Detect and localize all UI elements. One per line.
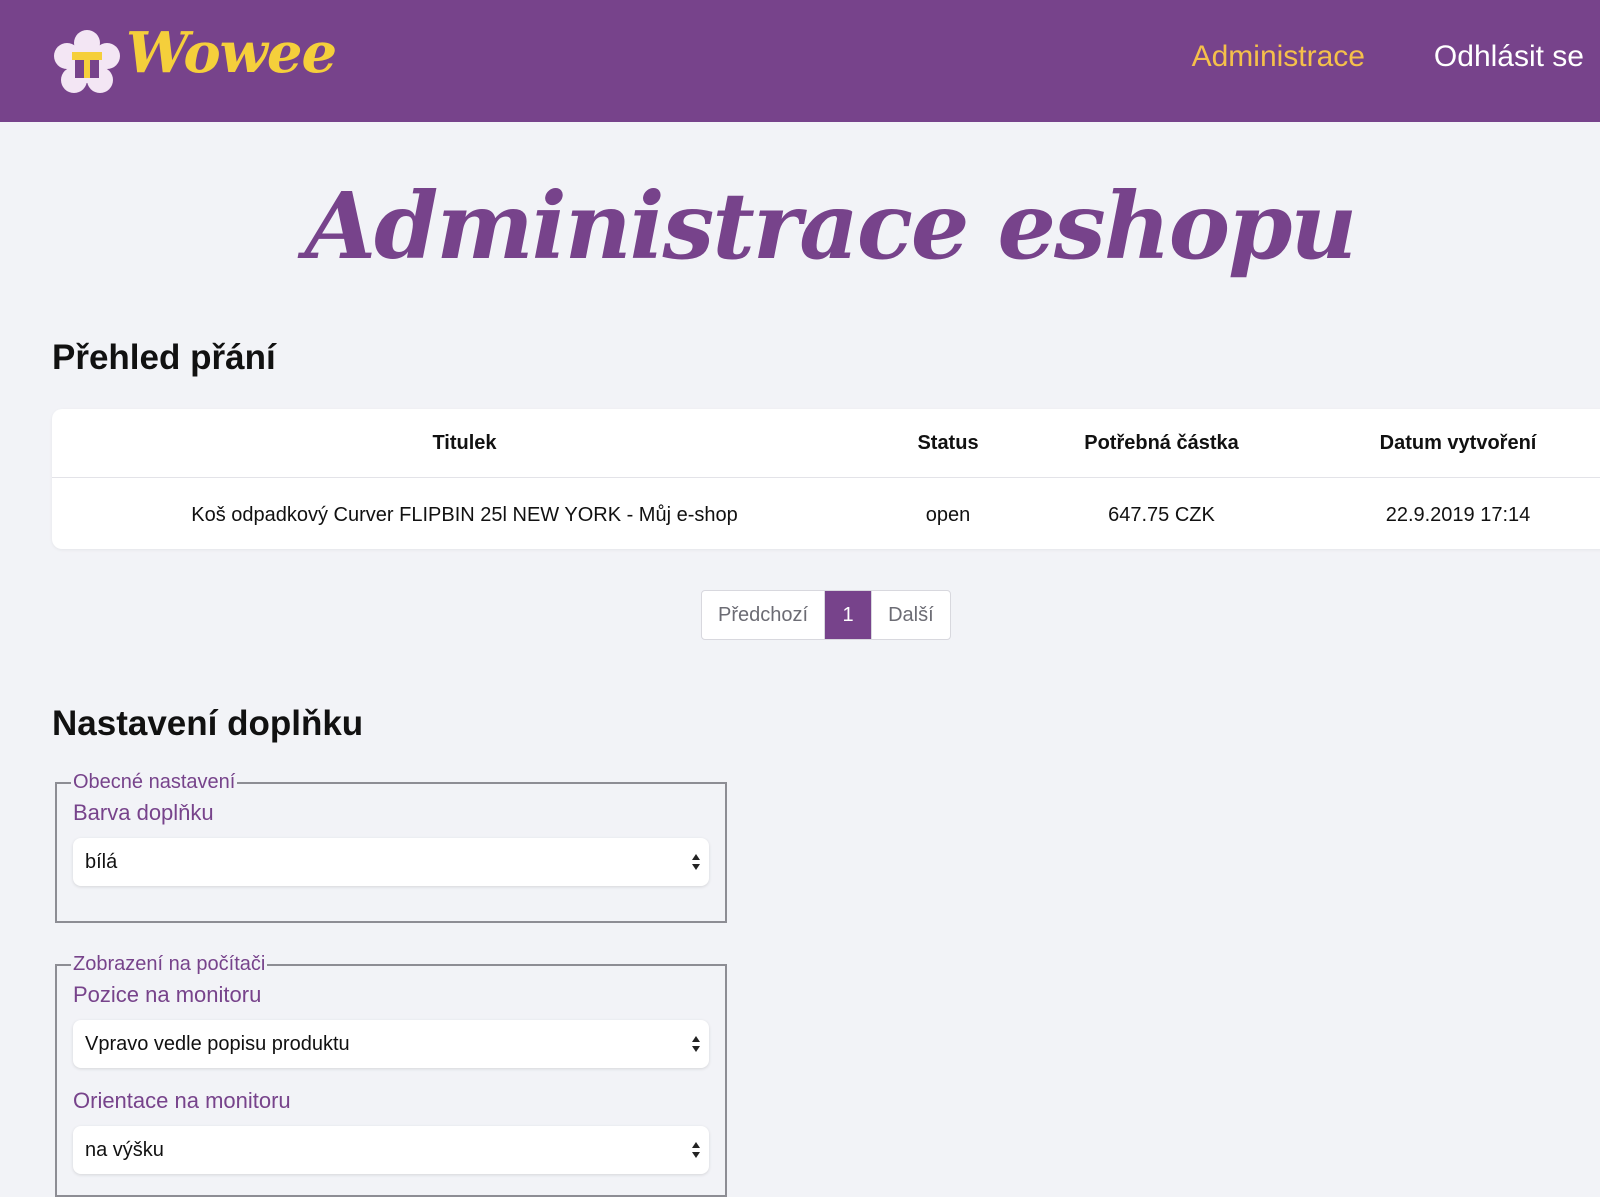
wishes-section-title: Přehled přání xyxy=(52,338,276,377)
cell-title: Koš odpadkový Curver FLIPBIN 25l NEW YOR… xyxy=(191,503,738,526)
cell-amount: 647.75 CZK xyxy=(1108,503,1215,526)
nav-link-administrace[interactable]: Administrace xyxy=(1192,40,1365,74)
top-navigation-bar: Wowee Administrace Odhlásit se xyxy=(0,0,1600,122)
color-select-value: bílá xyxy=(85,851,118,873)
position-select-value: Vpravo vedle popisu produktu xyxy=(85,1033,350,1055)
orientation-select-value: na výšku xyxy=(85,1139,164,1161)
orientation-select[interactable]: na výšku xyxy=(73,1126,709,1174)
pagination-next-button[interactable]: Další xyxy=(871,591,950,639)
brand-name[interactable]: Wowee xyxy=(126,20,337,86)
select-arrows-icon xyxy=(692,1036,700,1052)
desktop-display-legend: Zobrazení na počítači xyxy=(73,953,266,975)
wishes-table-card: Titulek Status Potřebná částka Datum vyt… xyxy=(52,409,1600,549)
cell-created: 22.9.2019 17:14 xyxy=(1385,503,1531,526)
gift-flower-logo-icon[interactable] xyxy=(54,30,120,96)
pagination-previous-button[interactable]: Předchozí xyxy=(702,591,824,639)
position-select[interactable]: Vpravo vedle popisu produktu xyxy=(73,1020,709,1068)
cell-status: open xyxy=(925,503,971,526)
settings-section-title: Nastavení doplňku xyxy=(52,704,364,743)
pagination: Předchozí 1 Další xyxy=(701,590,951,640)
position-label: Pozice na monitoru xyxy=(73,982,262,1007)
select-arrows-icon xyxy=(692,854,700,870)
column-header-status: Status xyxy=(877,409,1019,478)
table-row[interactable]: Koš odpadkový Curver FLIPBIN 25l NEW YOR… xyxy=(52,478,1600,553)
pagination-page-1[interactable]: 1 xyxy=(824,591,872,639)
column-header-title: Titulek xyxy=(52,409,877,478)
table-header-row: Titulek Status Potřebná částka Datum vyt… xyxy=(52,409,1600,478)
orientation-label: Orientace na monitoru xyxy=(73,1088,291,1113)
wishes-table: Titulek Status Potřebná částka Datum vyt… xyxy=(52,409,1600,552)
nav-link-logout[interactable]: Odhlásit se xyxy=(1434,40,1584,74)
general-settings-fieldset: Obecné nastavení Barva doplňku bílá xyxy=(55,771,727,923)
color-select[interactable]: bílá xyxy=(73,838,709,886)
column-header-created: Datum vytvoření xyxy=(1304,409,1600,478)
column-header-amount: Potřebná částka xyxy=(1019,409,1304,478)
select-arrows-icon xyxy=(692,1142,700,1158)
color-label: Barva doplňku xyxy=(73,800,214,825)
desktop-display-fieldset: Zobrazení na počítači Pozice na monitoru… xyxy=(55,953,727,1197)
page-title: Administrace eshopu xyxy=(304,172,1358,280)
general-settings-legend: Obecné nastavení xyxy=(73,771,236,793)
